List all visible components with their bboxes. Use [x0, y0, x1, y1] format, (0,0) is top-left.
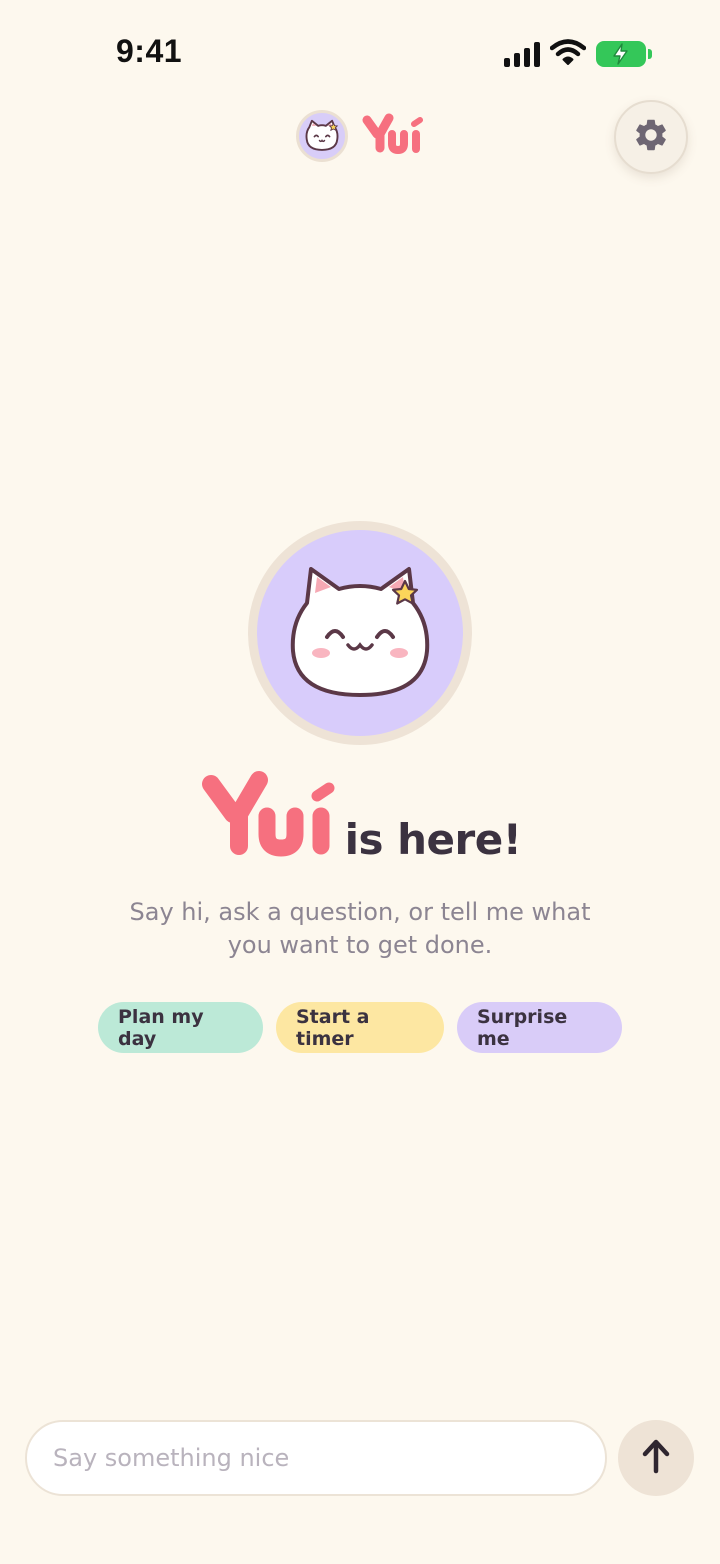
cat-mascot-icon [290, 567, 430, 697]
gear-icon [632, 116, 670, 158]
hero-brand-logo [199, 770, 335, 862]
chip-start-a-timer[interactable]: Start a timer [276, 1002, 444, 1053]
cat-mascot-icon [296, 110, 348, 162]
battery-charging-icon [596, 41, 652, 67]
hero-avatar-inner [257, 530, 463, 736]
hero-title-suffix: is here! [344, 815, 522, 864]
status-time: 9:41 [116, 33, 183, 69]
message-input[interactable] [27, 1422, 605, 1494]
hero-avatar [248, 521, 472, 745]
settings-button[interactable] [614, 100, 688, 174]
hero-subtitle: Say hi, ask a question, or tell me what … [129, 898, 591, 959]
arrow-up-icon [641, 1438, 671, 1478]
send-button[interactable] [618, 1420, 694, 1496]
wifi-icon [549, 38, 587, 70]
chip-surprise-me[interactable]: Surprise me [457, 1002, 622, 1053]
status-icons [504, 38, 652, 70]
suggestion-chips: Plan my day Start a timer Surprise me [0, 1002, 720, 1053]
header-app-name [360, 112, 424, 160]
message-input-container [25, 1420, 607, 1496]
chip-plan-my-day[interactable]: Plan my day [98, 1002, 263, 1053]
hero-title: is here! [0, 770, 720, 864]
signal-icon [504, 41, 540, 67]
status-bar: 9:41 [0, 0, 720, 100]
header-logo [296, 110, 424, 162]
